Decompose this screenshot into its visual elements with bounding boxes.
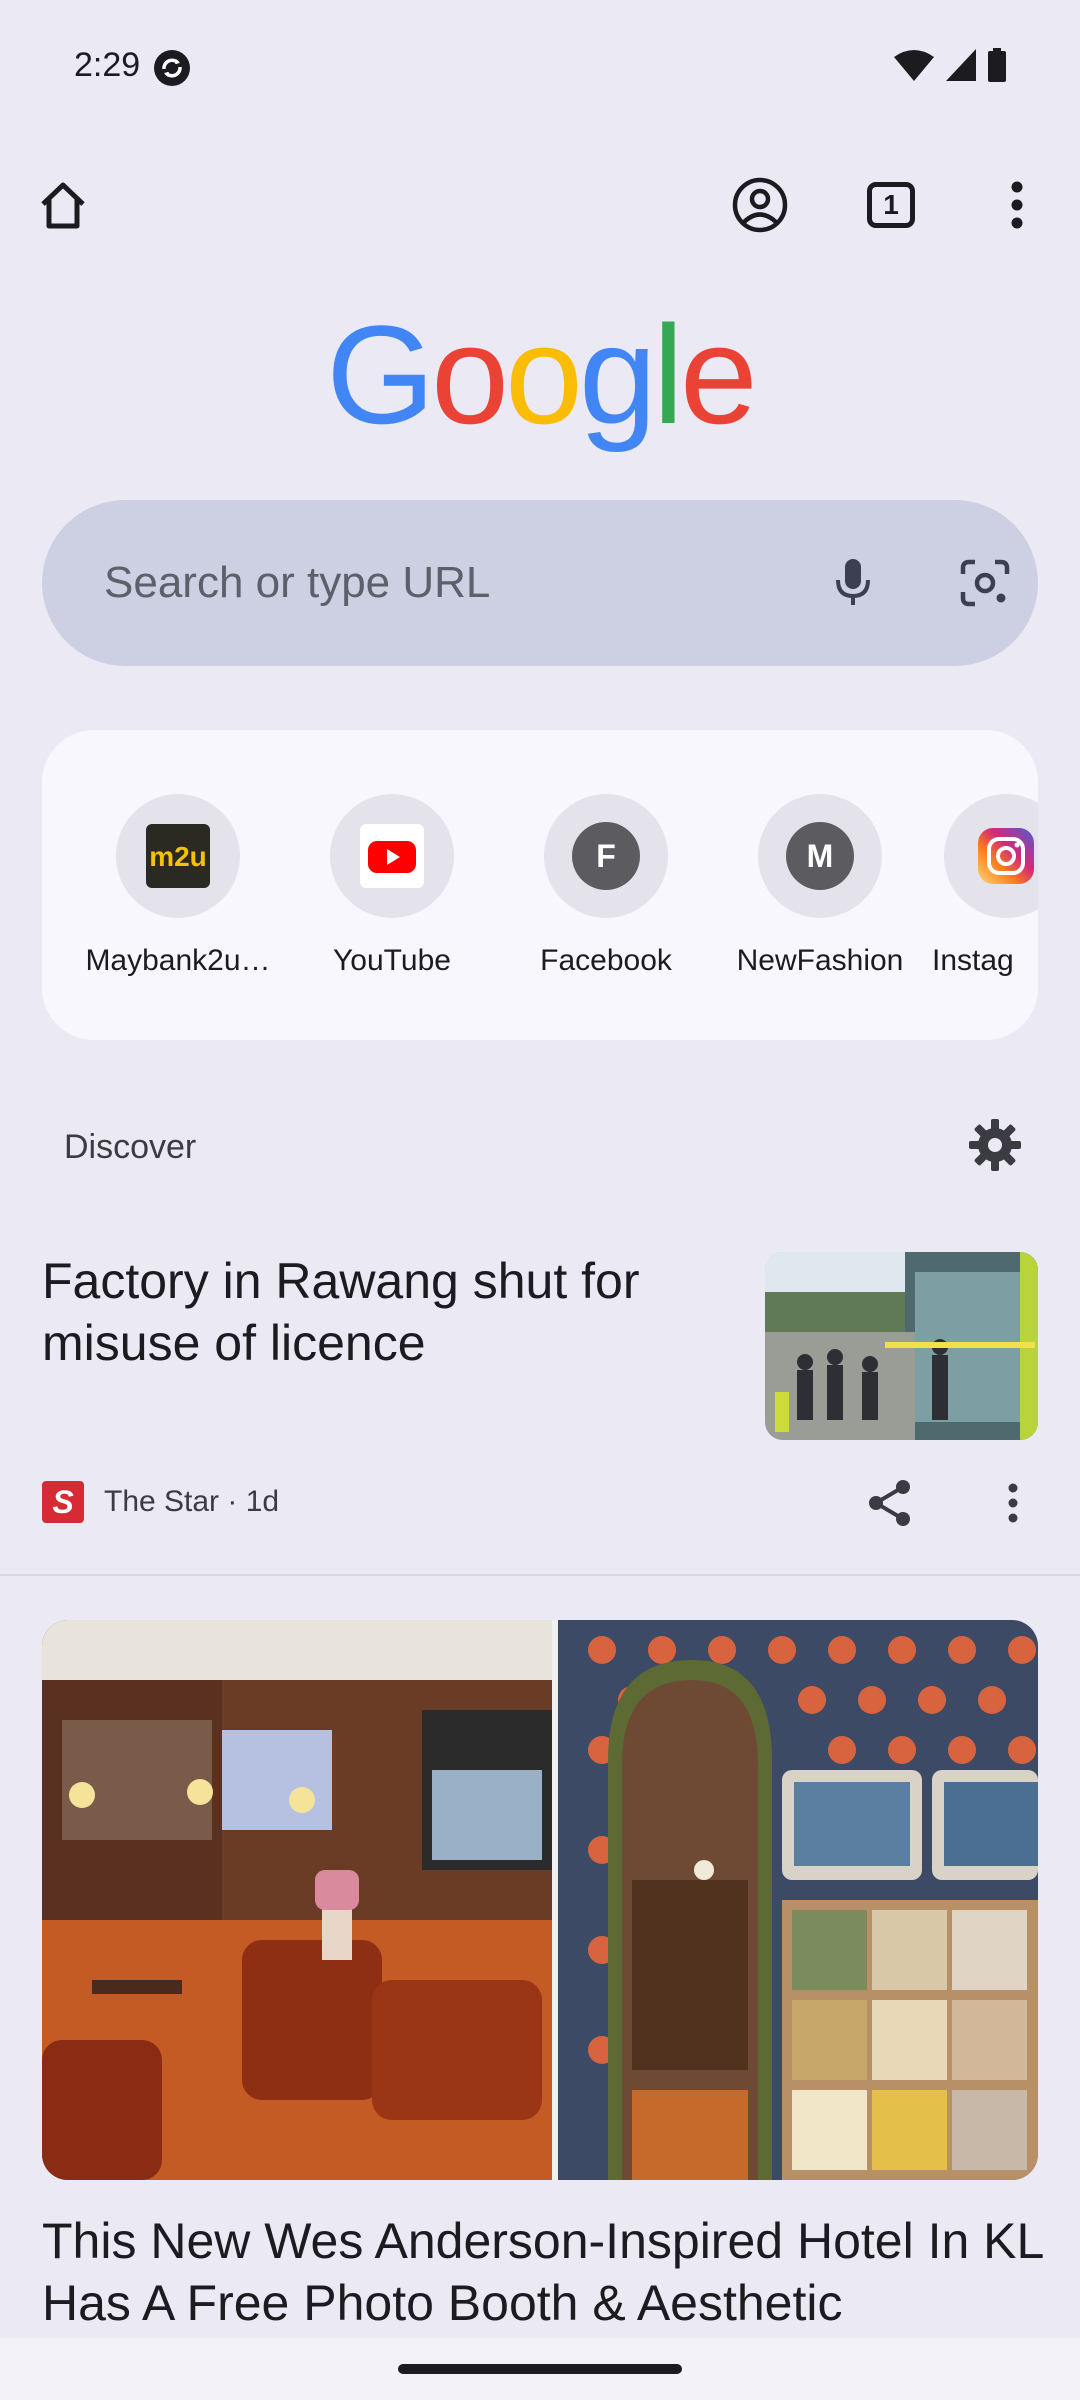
search-box[interactable]: Search or type URL bbox=[42, 500, 1038, 666]
lens-search-button[interactable] bbox=[942, 540, 1028, 626]
article-title[interactable]: This New Wes Anderson-Inspired Hotel In … bbox=[42, 2210, 1052, 2334]
discover-header: Discover bbox=[64, 1128, 197, 1166]
most-visited-tiles: m2u Maybank2u… YouTube F Facebook M NewF… bbox=[42, 730, 1038, 1040]
shortcut-label: Facebook bbox=[540, 944, 672, 977]
logo-letter: l bbox=[652, 296, 684, 453]
shortcut-icon-container: M bbox=[758, 794, 882, 918]
discover-settings-button[interactable] bbox=[960, 1110, 1030, 1180]
hotel-photo bbox=[42, 1620, 1038, 2180]
cellular-signal-icon bbox=[946, 49, 976, 81]
camera-lens-icon bbox=[960, 559, 1010, 607]
navigation-bar bbox=[0, 2338, 1080, 2400]
letter-icon: M bbox=[786, 822, 854, 890]
youtube-icon bbox=[360, 824, 424, 888]
maybank-icon: m2u bbox=[146, 824, 210, 888]
news-photo bbox=[765, 1252, 1038, 1440]
shortcut-label: YouTube bbox=[333, 944, 451, 977]
voice-search-button[interactable] bbox=[810, 540, 896, 626]
publisher-logo: S bbox=[42, 1481, 84, 1523]
feed-divider bbox=[0, 1574, 1080, 1576]
more-options-button[interactable] bbox=[972, 160, 1062, 250]
share-icon bbox=[869, 1480, 910, 1526]
shortcut-label: Maybank2u… bbox=[85, 944, 271, 977]
logo-letter: o bbox=[505, 296, 583, 453]
shortcut-facebook[interactable]: F Facebook bbox=[506, 794, 706, 978]
logo-letter: G bbox=[326, 296, 435, 453]
more-vert-icon bbox=[1011, 181, 1023, 229]
account-button[interactable] bbox=[715, 160, 805, 250]
article-source: S The Star · 1d bbox=[42, 1480, 279, 1524]
shortcut-instagram[interactable]: Instag bbox=[932, 794, 1038, 978]
google-logo: Google bbox=[0, 305, 1080, 445]
shortcut-youtube[interactable]: YouTube bbox=[292, 794, 492, 978]
status-icons bbox=[894, 48, 1006, 82]
shortcut-icon-container: F bbox=[544, 794, 668, 918]
wifi-icon bbox=[894, 50, 934, 81]
battery-icon bbox=[988, 48, 1006, 82]
publisher-and-age: The Star · 1d bbox=[104, 1485, 280, 1518]
svg-text:m2u: m2u bbox=[149, 841, 207, 872]
more-vert-icon bbox=[1008, 1483, 1018, 1523]
article-more-options-button[interactable] bbox=[978, 1468, 1048, 1538]
letter-icon: F bbox=[572, 822, 640, 890]
logo-letter: g bbox=[578, 296, 657, 453]
account-icon bbox=[732, 177, 788, 233]
article-thumbnail[interactable] bbox=[765, 1252, 1038, 1440]
home-icon bbox=[41, 182, 85, 229]
gear-icon bbox=[969, 1119, 1021, 1171]
browser-toolbar: 1 bbox=[0, 160, 1080, 250]
tab-switcher-button[interactable]: 1 bbox=[846, 160, 936, 250]
logo-letter: e bbox=[679, 296, 758, 453]
shortcut-icon-container bbox=[330, 794, 454, 918]
article-title[interactable]: Factory in Rawang shut for misuse of lic… bbox=[42, 1250, 702, 1374]
shortcut-label: NewFashion bbox=[736, 944, 904, 977]
home-button[interactable] bbox=[18, 160, 108, 250]
sync-icon bbox=[154, 50, 190, 86]
tab-count: 1 bbox=[867, 182, 915, 228]
search-input[interactable]: Search or type URL bbox=[104, 558, 490, 608]
shortcut-label: Instag bbox=[932, 944, 1014, 977]
article-image[interactable] bbox=[42, 1620, 1038, 2180]
status-bar: 2:29 bbox=[0, 0, 1080, 130]
shortcut-icon-container: m2u bbox=[116, 794, 240, 918]
logo-letter: o bbox=[431, 296, 509, 453]
gesture-handle[interactable] bbox=[398, 2364, 682, 2374]
status-time: 2:29 bbox=[74, 46, 141, 84]
shortcut-newfashion[interactable]: M NewFashion bbox=[720, 794, 920, 978]
share-button[interactable] bbox=[855, 1468, 925, 1538]
shortcut-maybank2u[interactable]: m2u Maybank2u… bbox=[78, 794, 278, 978]
shortcut-icon-container bbox=[944, 794, 1038, 918]
instagram-icon bbox=[978, 828, 1034, 884]
microphone-icon bbox=[836, 559, 870, 605]
